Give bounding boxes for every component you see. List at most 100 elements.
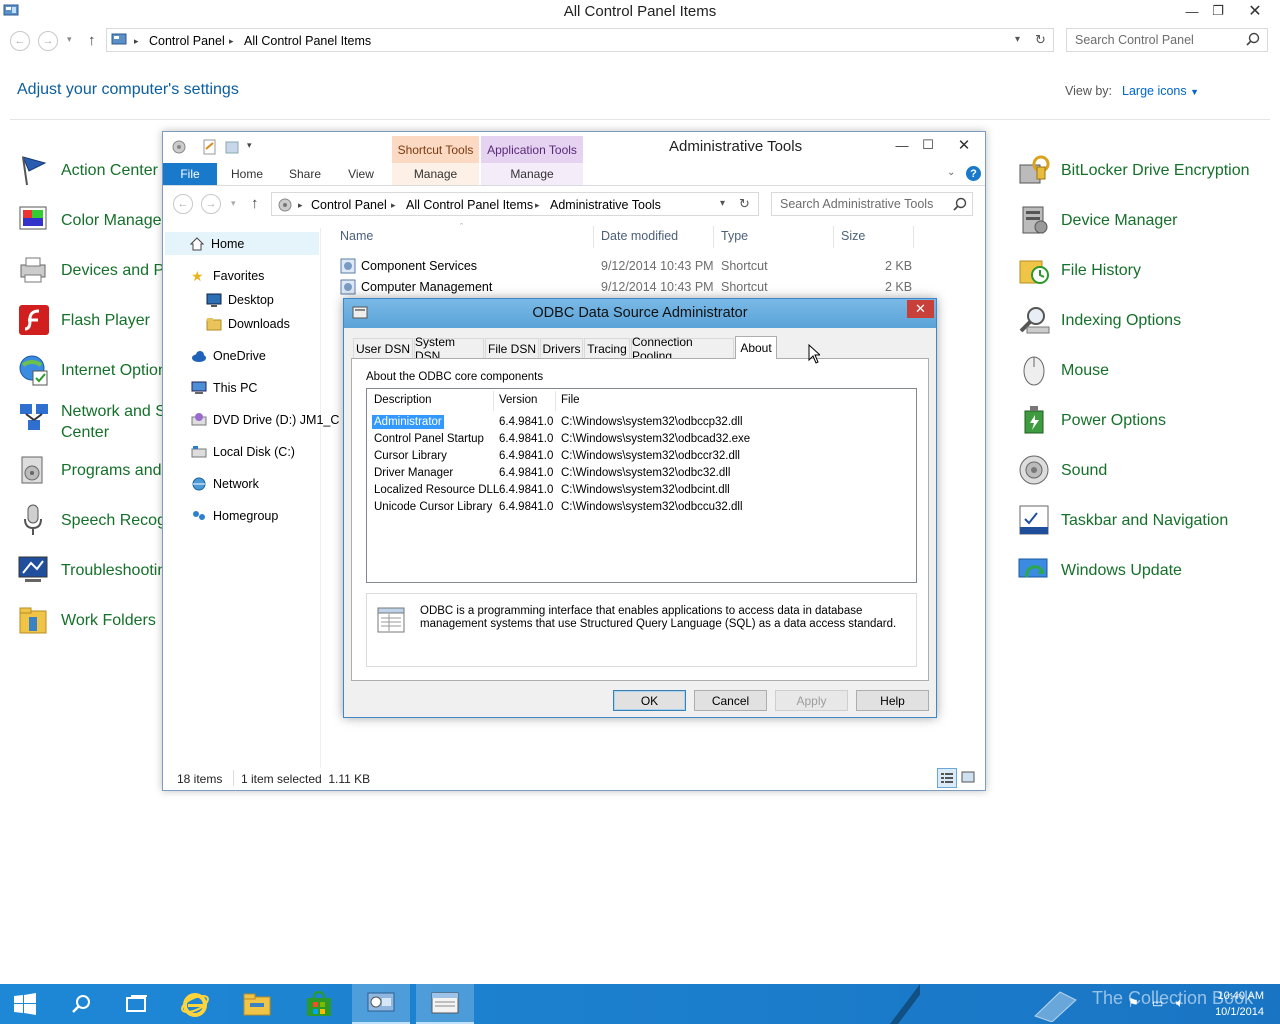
tab-drivers[interactable]: Drivers [540, 338, 583, 358]
internet-explorer-button[interactable] [166, 984, 224, 1024]
nav-desktop[interactable]: Desktop [206, 290, 274, 310]
tray-flag-icon[interactable]: ⚑ [1128, 996, 1139, 1010]
maximize-button[interactable]: ☐ [913, 134, 943, 156]
cp-item-right[interactable]: Power Options [1017, 403, 1166, 437]
search-icon[interactable] [953, 197, 967, 211]
address-bar[interactable]: ▸ Control Panel ▸ All Control Panel Item… [271, 192, 759, 216]
apply-button[interactable]: Apply [775, 690, 848, 711]
address-dropdown-chevron-icon[interactable]: ▾ [1015, 34, 1020, 45]
nav-homegroup[interactable]: Homegroup [191, 506, 278, 526]
breadcrumb-control-panel[interactable]: Control Panel [311, 198, 387, 212]
cp-item-right[interactable]: Taskbar and Navigation [1017, 503, 1228, 537]
back-button[interactable]: ← [173, 194, 193, 214]
odbc-taskbar-button[interactable] [416, 984, 474, 1024]
refresh-icon[interactable]: ↻ [1035, 32, 1046, 48]
search-icon[interactable] [1246, 32, 1260, 46]
cp-item-right[interactable]: BitLocker Drive Encryption [1017, 153, 1250, 187]
cp-item-left[interactable]: Troubleshootin [17, 553, 166, 587]
component-row[interactable]: Driver Manager 6.4.9841.0 C:\Windows\syste… [367, 465, 916, 482]
file-row[interactable]: Component Services 9/12/2014 10:43 PM Shor… [337, 256, 917, 276]
components-list[interactable]: Description Version File Administrator 6.… [366, 388, 917, 583]
breadcrumb-control-panel[interactable]: Control Panel [149, 34, 225, 48]
back-button[interactable]: ← [10, 31, 30, 51]
address-bar[interactable]: ▸ Control Panel ▸ All Control Panel Item… [106, 28, 1054, 52]
task-view-button[interactable] [108, 984, 166, 1024]
file-row[interactable]: Computer Management 9/12/2014 10:43 PM Sho… [337, 277, 917, 297]
help-button[interactable]: Help [856, 690, 929, 711]
help-icon[interactable]: ? [966, 166, 981, 181]
up-arrow-icon[interactable]: ↑ [251, 195, 259, 212]
cp-item-left[interactable]: Network and S Center [17, 401, 166, 443]
breadcrumb-admin-tools[interactable]: Administrative Tools [550, 198, 661, 212]
tab-tracing[interactable]: Tracing [584, 338, 630, 358]
column-size[interactable]: Size [841, 229, 865, 243]
tab-home[interactable]: Home [223, 163, 271, 185]
close-button[interactable]: ✕ [949, 134, 979, 156]
start-button[interactable] [0, 984, 50, 1024]
cancel-button[interactable]: Cancel [694, 690, 767, 711]
column-name[interactable]: Name [340, 229, 373, 243]
cp-item-right[interactable]: Mouse [1017, 353, 1109, 387]
nav-home[interactable]: Home [189, 234, 244, 254]
quick-access-customize-chevron-icon[interactable]: ▾ [247, 140, 252, 151]
cp-item-right[interactable]: Indexing Options [1017, 303, 1181, 337]
recent-locations-chevron-icon[interactable]: ▾ [231, 198, 236, 209]
cp-item-left[interactable]: Programs and [17, 453, 162, 487]
breadcrumb-all-items[interactable]: All Control Panel Items [244, 34, 371, 48]
component-row[interactable]: Administrator 6.4.9841.0 C:\Windows\system… [367, 414, 916, 431]
tab-file[interactable]: File [163, 163, 217, 185]
store-button[interactable] [290, 984, 348, 1024]
tab-connection-pooling[interactable]: Connection Pooling [631, 335, 734, 363]
restore-button[interactable]: ❐ [1203, 0, 1233, 22]
clock-time[interactable]: 10:40 AM [1212, 990, 1264, 1002]
component-row[interactable]: Localized Resource DLL 6.4.9841.0 C:\Windo… [367, 482, 916, 499]
close-button[interactable]: ✕ [907, 300, 934, 318]
clock-date[interactable]: 10/1/2014 [1202, 1006, 1264, 1018]
file-explorer-button[interactable] [228, 984, 286, 1024]
forward-button[interactable]: → [38, 31, 58, 51]
nav-this-pc[interactable]: This PC [191, 378, 257, 398]
control-panel-taskbar-button[interactable] [352, 984, 410, 1024]
nav-dvd-drive[interactable]: DVD Drive (D:) JM1_C [191, 410, 339, 430]
forward-button[interactable]: → [201, 194, 221, 214]
tab-manage-application[interactable]: Manage [481, 163, 583, 185]
cp-item-left[interactable]: Flash Player [17, 303, 150, 337]
nav-favorites[interactable]: ★ Favorites [191, 266, 264, 286]
column-file[interactable]: File [561, 394, 580, 406]
recent-locations-chevron-icon[interactable]: ▾ [67, 34, 72, 45]
tab-user-dsn[interactable]: User DSN [353, 338, 413, 358]
tray-network-icon[interactable]: ▭ [1152, 996, 1163, 1010]
search-input[interactable]: Search Control Panel [1066, 28, 1268, 52]
cp-item-left[interactable]: Work Folders [17, 603, 156, 637]
component-row[interactable]: Cursor Library 6.4.9841.0 C:\Windows\syste… [367, 448, 916, 465]
tab-about[interactable]: About [735, 336, 777, 359]
cp-item-left[interactable]: Devices and Pr [17, 253, 170, 287]
cp-item-right[interactable]: Sound [1017, 453, 1107, 487]
ok-button[interactable]: OK [613, 690, 686, 711]
search-taskbar-button[interactable] [52, 984, 110, 1024]
nav-network[interactable]: Network [191, 474, 259, 494]
quick-access-new-icon[interactable] [203, 139, 217, 155]
nav-local-disk[interactable]: Local Disk (C:) [191, 442, 295, 462]
tab-share[interactable]: Share [281, 163, 329, 185]
refresh-icon[interactable]: ↻ [739, 196, 750, 212]
column-description[interactable]: Description [374, 394, 432, 406]
tab-system-dsn[interactable]: System DSN [414, 335, 484, 363]
cp-item-right[interactable]: Windows Update [1017, 553, 1182, 587]
cp-item-left[interactable]: Color Manage [17, 203, 162, 237]
column-version[interactable]: Version [499, 394, 537, 406]
cp-item-left[interactable]: Speech Recogn [17, 503, 175, 537]
column-date-modified[interactable]: Date modified [601, 229, 678, 243]
expand-ribbon-chevron-icon[interactable]: ⌄ [947, 167, 955, 178]
quick-access-properties-icon[interactable] [171, 139, 187, 155]
tab-file-dsn[interactable]: File DSN [485, 338, 539, 358]
breadcrumb-all-items[interactable]: All Control Panel Items [406, 198, 533, 212]
cp-item-left[interactable]: Internet Option [17, 353, 167, 387]
column-type[interactable]: Type [721, 229, 748, 243]
component-row[interactable]: Control Panel Startup 6.4.9841.0 C:\Window… [367, 431, 916, 448]
cp-item-left[interactable]: Action Center [17, 153, 158, 187]
up-arrow-icon[interactable]: ↑ [88, 32, 96, 49]
tab-view[interactable]: View [337, 163, 385, 185]
details-view-icon[interactable] [937, 768, 957, 788]
search-input[interactable]: Search Administrative Tools [771, 192, 973, 216]
